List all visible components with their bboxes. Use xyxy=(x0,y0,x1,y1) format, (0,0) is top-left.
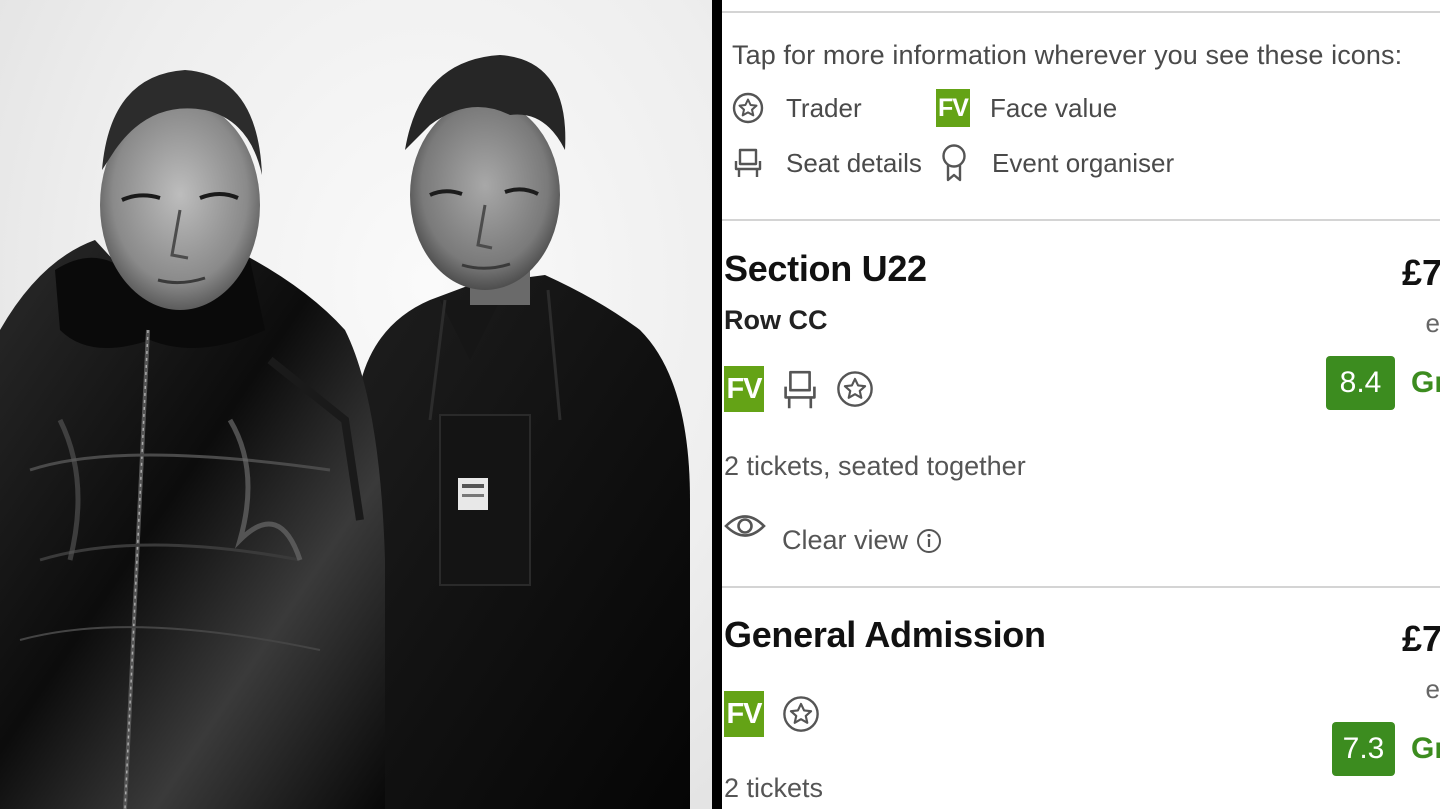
price: £7 xyxy=(1401,618,1440,659)
seat-icon xyxy=(730,143,766,183)
fv-badge[interactable]: FV xyxy=(724,366,764,412)
view-label: Clear view xyxy=(782,525,909,555)
score-label: Gr xyxy=(1411,366,1440,399)
legend-label: Event organiser xyxy=(992,147,1175,178)
ticket-listings-screenshot: Tap for more information wherever you se… xyxy=(722,0,1440,809)
legend-item-event-organiser[interactable]: Event organiser xyxy=(936,143,1174,183)
legend-label: Trader xyxy=(786,92,862,123)
separator xyxy=(722,11,1440,13)
score-badge: 7.3 xyxy=(1332,722,1395,776)
score-label: Gr xyxy=(1411,732,1440,765)
band-photo-illustration xyxy=(0,55,690,809)
score-row[interactable]: 7.3 Gr xyxy=(1332,722,1440,776)
section-title: Section U22 xyxy=(724,248,927,289)
price: £7 xyxy=(1401,252,1440,293)
section-title: General Admission xyxy=(724,614,1046,655)
listing-features: FV xyxy=(724,366,874,412)
score-badge: 8.4 xyxy=(1326,356,1395,410)
star-circle-icon[interactable] xyxy=(836,370,874,408)
listing-features: FV xyxy=(724,691,820,737)
view-quality[interactable]: Clear view xyxy=(724,503,942,556)
separator xyxy=(722,586,1440,588)
fv-badge-icon: FV xyxy=(936,88,970,128)
legend-item-trader[interactable]: Trader xyxy=(730,88,862,128)
info-icon[interactable] xyxy=(916,528,942,554)
legend-title: Tap for more information wherever you se… xyxy=(732,40,1403,70)
award-ribbon-icon xyxy=(936,143,972,183)
score-row[interactable]: 8.4 Gr xyxy=(1326,356,1440,410)
star-circle-icon xyxy=(730,88,766,128)
ticket-quantity: 2 tickets, seated together xyxy=(724,451,1026,481)
eye-icon xyxy=(724,509,766,543)
person-right xyxy=(355,55,690,809)
ticket-quantity: 2 tickets xyxy=(724,773,824,803)
fv-badge: FV xyxy=(936,89,970,127)
panel-divider xyxy=(712,0,722,809)
seat-icon[interactable] xyxy=(782,366,818,412)
star-circle-icon[interactable] xyxy=(782,695,820,733)
person-left xyxy=(0,70,385,809)
row-label: Row CC xyxy=(724,305,828,335)
legend-label: Face value xyxy=(990,92,1118,123)
price-subtext: e xyxy=(1425,308,1440,338)
band-photo xyxy=(0,0,712,809)
fv-badge[interactable]: FV xyxy=(724,691,764,737)
legend-item-seat-details[interactable]: Seat details xyxy=(730,143,922,183)
price-subtext: e xyxy=(1425,674,1440,704)
legend-label: Seat details xyxy=(786,147,922,178)
legend-item-face-value[interactable]: FV Face value xyxy=(936,88,1117,128)
separator xyxy=(722,219,1440,221)
